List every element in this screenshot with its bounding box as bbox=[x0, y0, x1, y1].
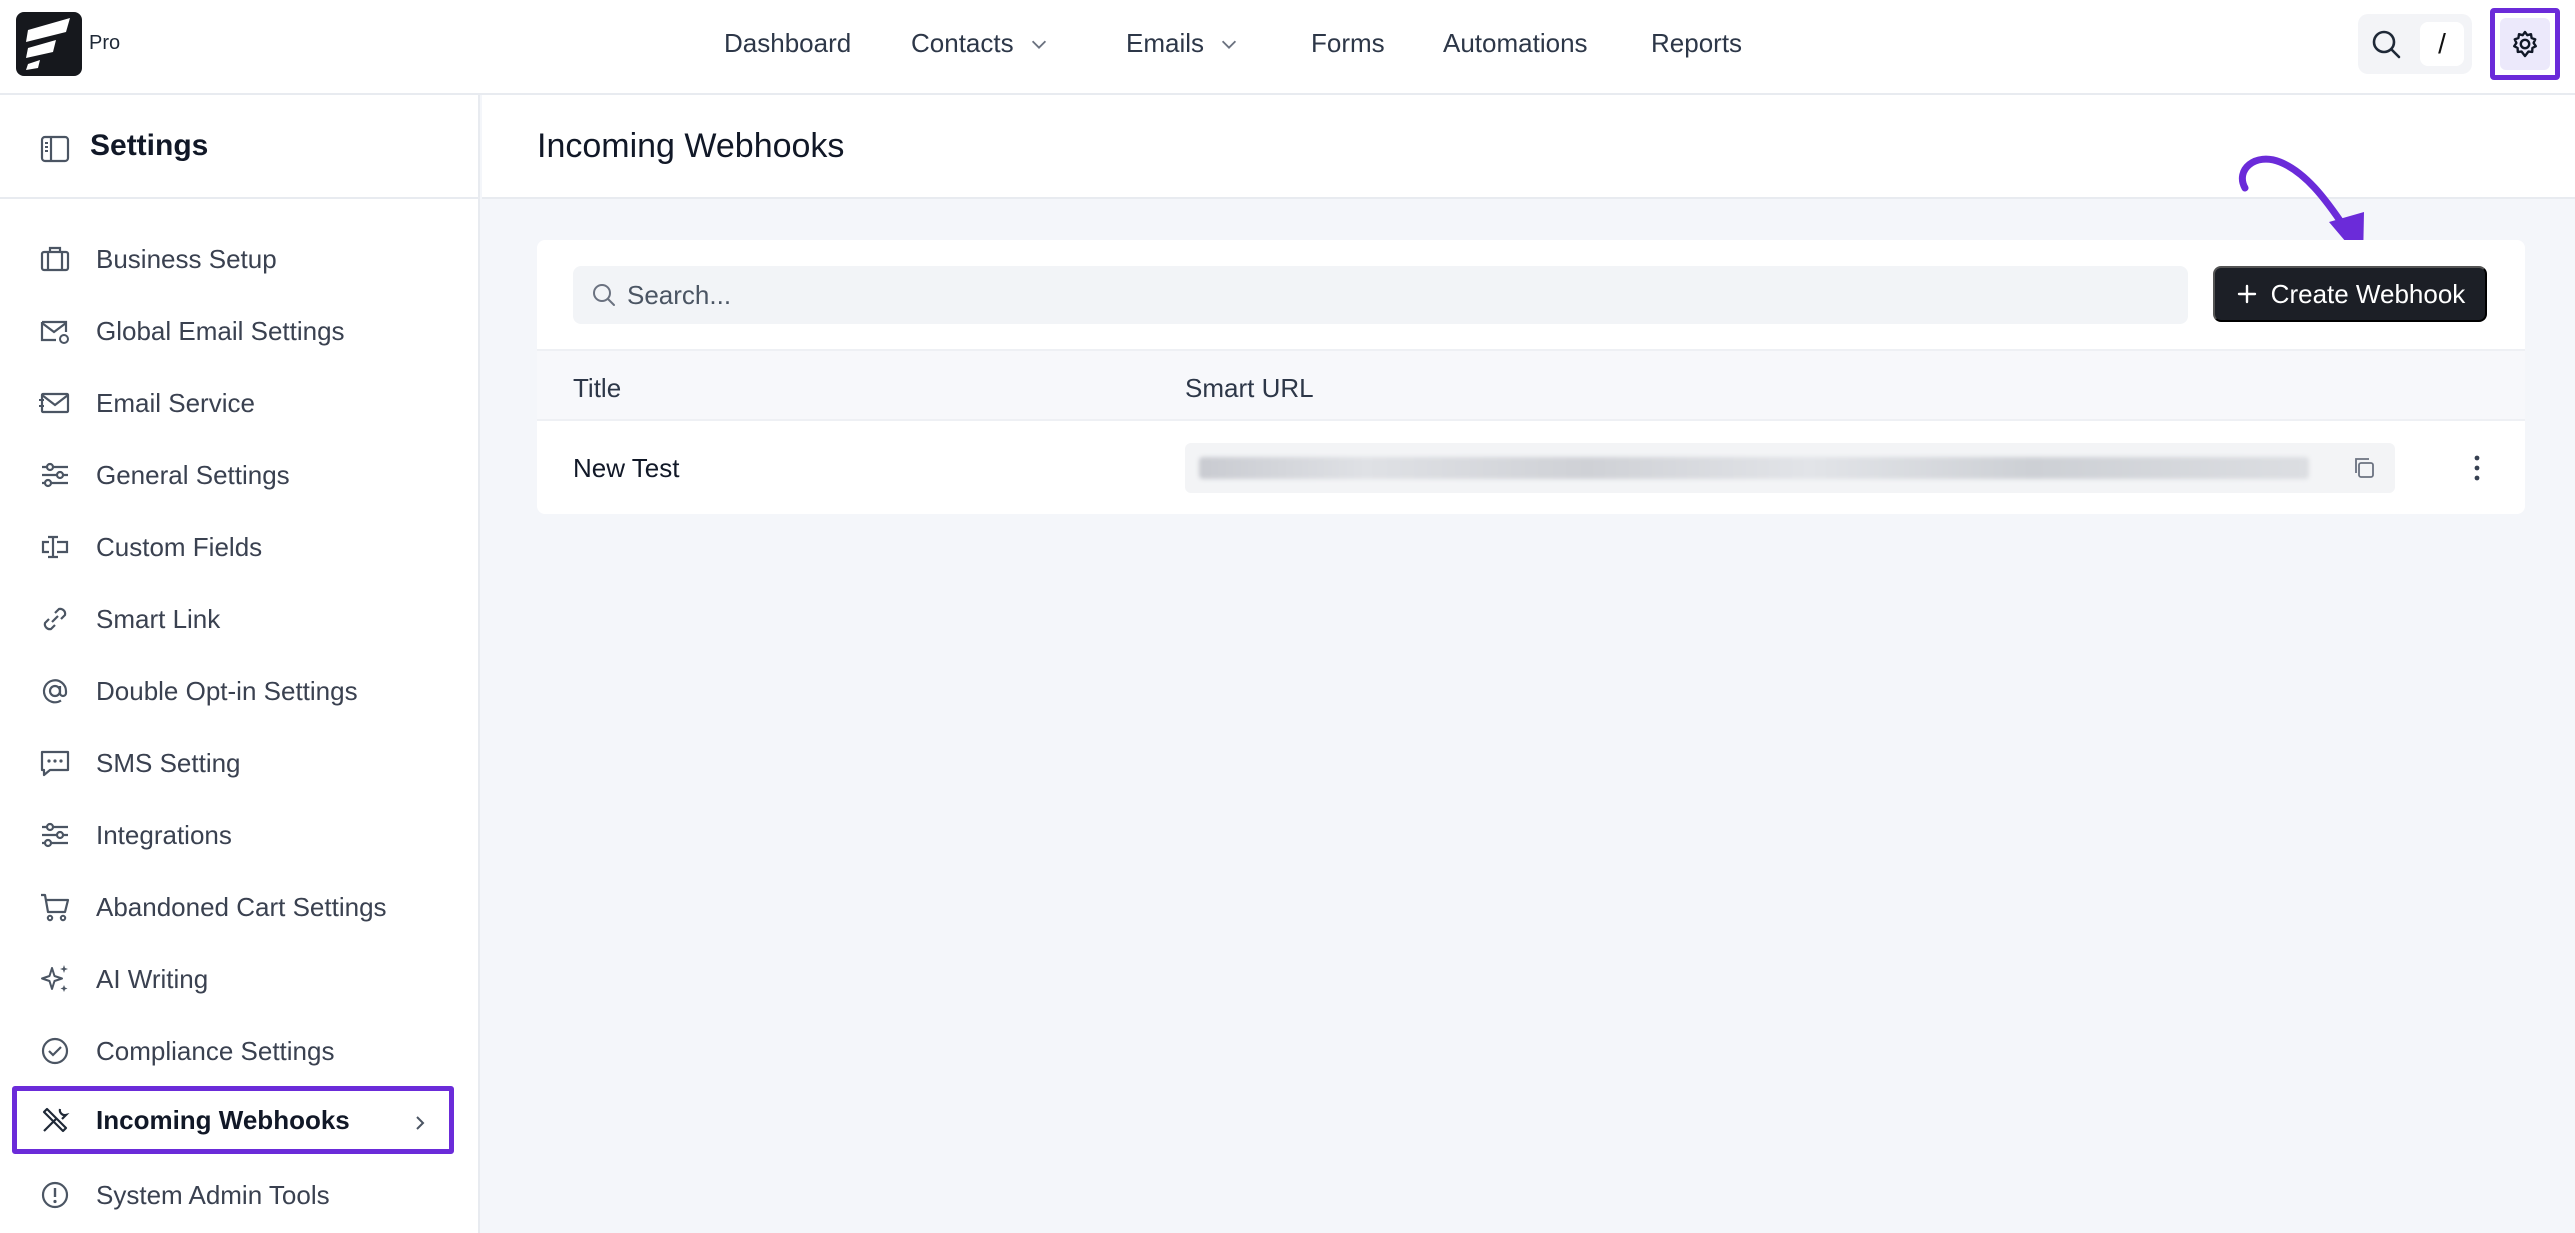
sidebar-item-business-setup[interactable]: Business Setup bbox=[12, 225, 454, 293]
sidebar-item-general-settings[interactable]: General Settings bbox=[12, 441, 454, 509]
nav-emails[interactable]: Emails bbox=[1126, 28, 1240, 59]
sidebar-item-double-opt-in[interactable]: Double Opt-in Settings bbox=[12, 657, 454, 725]
sidebar-item-label: System Admin Tools bbox=[96, 1179, 330, 1210]
table-row[interactable]: New Test bbox=[537, 421, 2525, 514]
alert-circle-icon bbox=[41, 1181, 69, 1209]
settings-sidebar: Settings Business Setup Global Email Set… bbox=[0, 95, 480, 1233]
main-nav: Dashboard Contacts Emails Forms Automati… bbox=[0, 0, 2575, 95]
sidebar-item-integrations[interactable]: Integrations bbox=[12, 801, 454, 869]
sidebar-item-abandoned-cart[interactable]: Abandoned Cart Settings bbox=[12, 873, 454, 941]
nav-label: Emails bbox=[1126, 28, 1205, 58]
column-header-smart-url: Smart URL bbox=[1185, 373, 1314, 403]
sidebar-item-label: General Settings bbox=[96, 459, 290, 490]
tools-icon bbox=[42, 1107, 70, 1133]
sidebar-item-ai-writing[interactable]: AI Writing bbox=[12, 945, 454, 1013]
sidebar-item-email-service[interactable]: Email Service bbox=[12, 369, 454, 437]
sidebar-item-label: Smart Link bbox=[96, 603, 221, 634]
column-header-title: Title bbox=[573, 373, 622, 403]
nav-contacts[interactable]: Contacts bbox=[911, 28, 1050, 59]
settings-button-bg bbox=[2500, 18, 2550, 70]
sidebar-item-label: Custom Fields bbox=[96, 531, 263, 562]
sidebar-item-sms-setting[interactable]: SMS Setting bbox=[12, 729, 454, 797]
sidebar-item-custom-fields[interactable]: Custom Fields bbox=[12, 513, 454, 581]
chevron-down-icon bbox=[1221, 40, 1237, 49]
sliders-icon bbox=[42, 822, 68, 848]
webhooks-card: Create Webhook Title Smart URL New Test bbox=[537, 240, 2525, 514]
mail-send-icon bbox=[39, 392, 70, 414]
sidebar-item-label: Compliance Settings bbox=[96, 1035, 335, 1066]
cart-icon bbox=[41, 893, 70, 922]
gear-icon bbox=[2513, 30, 2537, 58]
sidebar-item-label: Global Email Settings bbox=[96, 315, 345, 346]
message-icon bbox=[40, 750, 70, 777]
top-bar: Pro Dashboard Contacts Emails Forms Auto… bbox=[0, 0, 2575, 95]
shortcut-key: / bbox=[2420, 22, 2464, 66]
more-vertical-icon[interactable] bbox=[2467, 451, 2487, 485]
sidebar-item-label: Business Setup bbox=[96, 243, 277, 274]
search-input[interactable] bbox=[627, 266, 2167, 324]
text-field-icon bbox=[41, 535, 69, 559]
sidebar-item-label: Integrations bbox=[96, 819, 232, 850]
sidebar-item-compliance-settings[interactable]: Compliance Settings bbox=[12, 1017, 454, 1085]
sparkles-icon bbox=[41, 965, 68, 992]
nav-label: Dashboard bbox=[724, 28, 852, 58]
link-icon bbox=[43, 607, 67, 631]
create-webhook-label: Create Webhook bbox=[2270, 278, 2466, 309]
sidebar-item-label: Double Opt-in Settings bbox=[96, 675, 358, 706]
sidebar-item-system-admin-tools[interactable]: System Admin Tools bbox=[12, 1161, 454, 1229]
sidebar-item-global-email-settings[interactable]: Global Email Settings bbox=[12, 297, 454, 365]
copy-icon[interactable] bbox=[2351, 455, 2377, 481]
search-icon[interactable] bbox=[2370, 28, 2402, 60]
chevron-right-icon bbox=[416, 1116, 425, 1130]
sidebar-item-label: Email Service bbox=[96, 387, 255, 418]
sidebar-item-label: AI Writing bbox=[96, 963, 209, 994]
sidebar-item-label: Abandoned Cart Settings bbox=[96, 891, 387, 922]
sidebar-title: Settings bbox=[90, 129, 209, 162]
briefcase-icon bbox=[40, 246, 70, 272]
page-title: Incoming Webhooks bbox=[537, 127, 845, 165]
table-header: Title Smart URL bbox=[537, 349, 2525, 421]
sidebar-item-incoming-webhooks[interactable]: Incoming Webhooks bbox=[12, 1086, 454, 1154]
search-field[interactable] bbox=[573, 266, 2188, 324]
create-webhook-button[interactable]: Create Webhook bbox=[2213, 266, 2487, 322]
sidebar-item-label: SMS Setting bbox=[96, 747, 241, 778]
nav-forms[interactable]: Forms bbox=[1311, 28, 1385, 59]
nav-label: Reports bbox=[1651, 28, 1743, 58]
sliders-icon bbox=[42, 462, 68, 488]
mail-settings-icon bbox=[40, 320, 69, 344]
search-icon bbox=[593, 284, 615, 306]
plus-icon bbox=[2237, 284, 2256, 304]
nav-label: Contacts bbox=[911, 28, 1014, 58]
smart-url-field bbox=[1185, 443, 2395, 493]
chevron-down-icon bbox=[1031, 40, 1046, 49]
search-shortcut[interactable]: / bbox=[2358, 14, 2472, 74]
nav-label: Automations bbox=[1443, 28, 1588, 58]
sidebar-header: Settings bbox=[0, 95, 478, 199]
check-circle-icon bbox=[41, 1037, 69, 1065]
nav-label: Forms bbox=[1311, 28, 1385, 58]
nav-automations[interactable]: Automations bbox=[1443, 28, 1588, 59]
at-sign-icon bbox=[42, 679, 68, 704]
sidebar-item-label: Incoming Webhooks bbox=[96, 1104, 350, 1135]
sidebar-toggle-icon[interactable] bbox=[38, 132, 72, 166]
settings-button[interactable] bbox=[2490, 8, 2560, 80]
sidebar-item-smart-link[interactable]: Smart Link bbox=[12, 585, 454, 653]
webhook-title: New Test bbox=[573, 453, 680, 483]
smart-url-redacted bbox=[1199, 457, 2309, 479]
nav-reports[interactable]: Reports bbox=[1651, 28, 1742, 59]
nav-dashboard[interactable]: Dashboard bbox=[724, 28, 851, 59]
